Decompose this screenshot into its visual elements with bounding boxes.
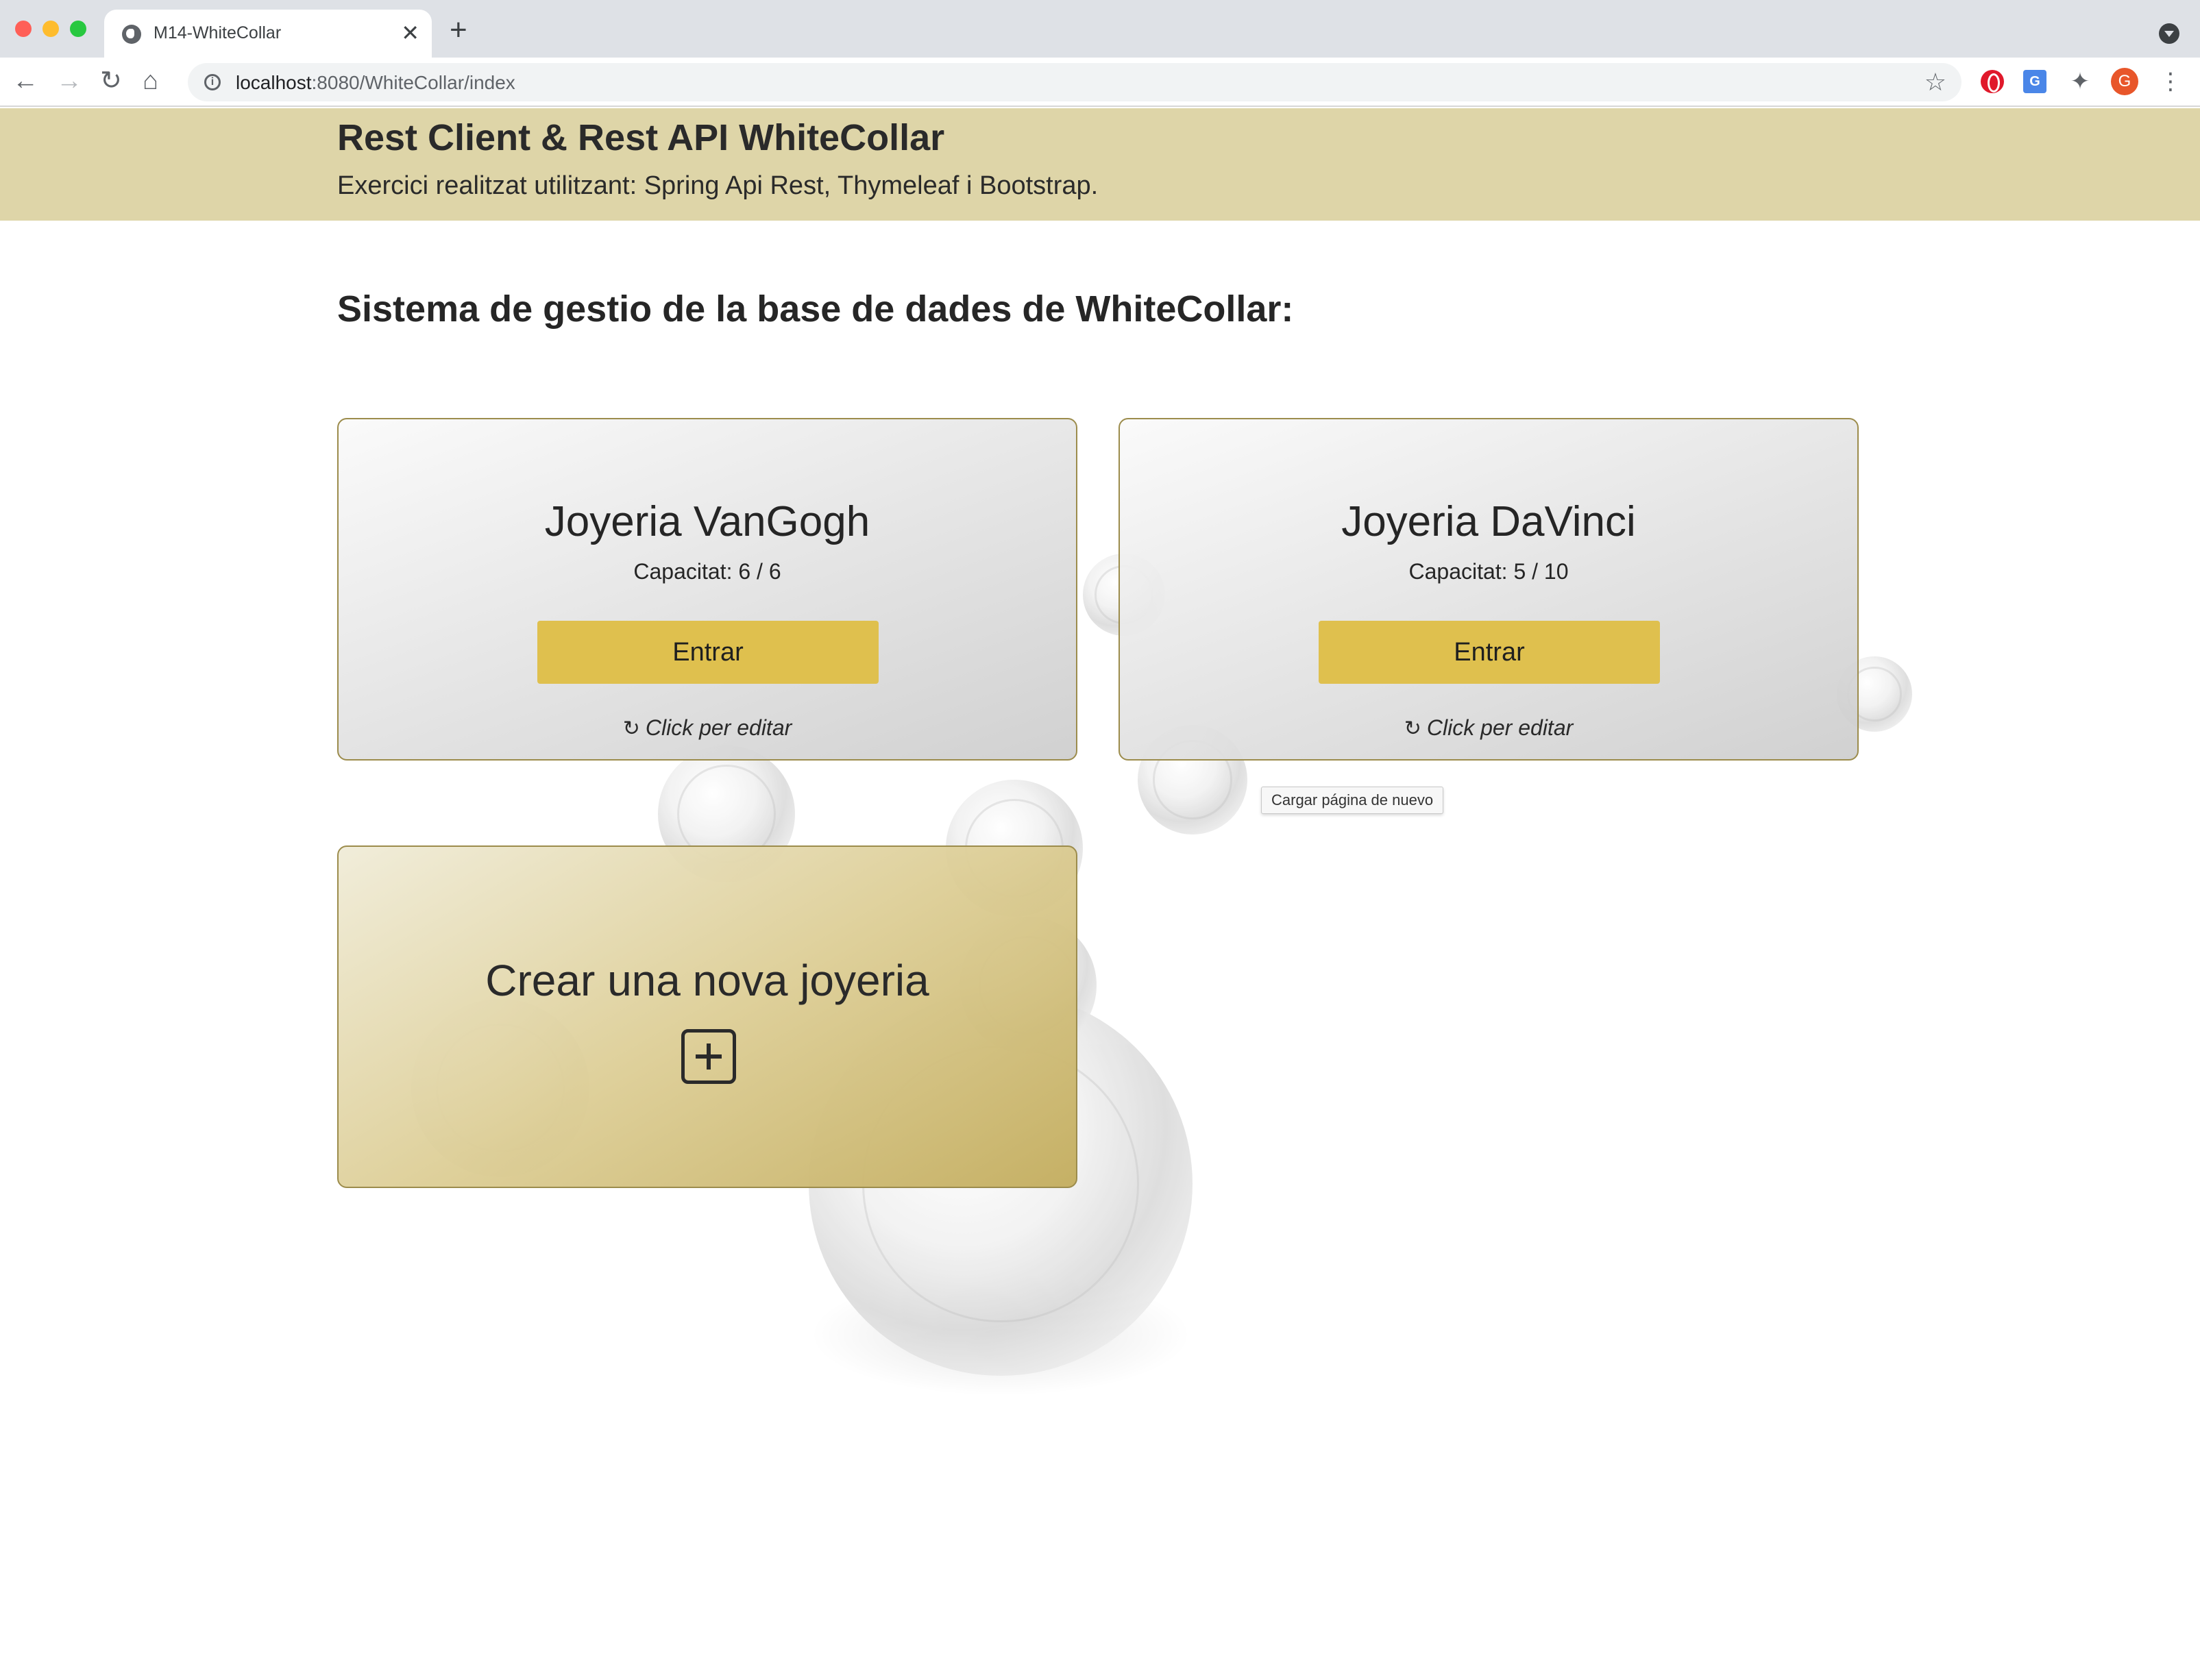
url-text[interactable]: localhost:8080/WhiteCollar/index [236, 72, 515, 94]
edit-store-label: Click per editar [645, 715, 792, 740]
bookmark-star-icon[interactable]: ☆ [1924, 69, 1946, 96]
address-bar[interactable]: i localhost:8080/WhiteCollar/index ☆ [188, 63, 1961, 101]
url-path: :8080/WhiteCollar/index [311, 72, 515, 93]
translate-extension-icon[interactable]: G [2023, 70, 2046, 93]
page-body: Rest Client & Rest API WhiteCollar Exerc… [0, 108, 2200, 1680]
enter-store-button[interactable]: Entrar [537, 621, 879, 684]
store-name: Joyeria DaVinci [1341, 498, 1636, 545]
tab-title: M14-WhiteCollar [154, 23, 282, 42]
browser-menu-icon[interactable]: ⋮ [2159, 70, 2182, 93]
reload-tooltip: Cargar página de nuevo [1261, 787, 1444, 814]
edit-store-label: Click per editar [1426, 715, 1574, 740]
plus-square-icon[interactable] [681, 1029, 736, 1084]
refresh-icon: ↻ [1404, 717, 1421, 740]
globe-icon [122, 25, 141, 44]
profile-avatar[interactable]: G [2111, 68, 2138, 95]
store-card-davinci: Joyeria DaVinci Capacitat: 5 / 10 Entrar… [1119, 418, 1859, 761]
back-arrow-icon[interactable]: ← [12, 67, 38, 95]
opera-extension-icon[interactable] [1981, 70, 2004, 93]
home-icon[interactable]: ⌂ [143, 67, 158, 95]
extensions-puzzle-icon[interactable]: ✦ [2068, 70, 2092, 93]
hero-banner: Rest Client & Rest API WhiteCollar Exerc… [0, 108, 2200, 221]
window-close-button[interactable] [15, 21, 32, 37]
store-capacity: Capacitat: 5 / 10 [1408, 559, 1569, 584]
enter-store-button[interactable]: Entrar [1319, 621, 1660, 684]
store-card-vangogh: Joyeria VanGogh Capacitat: 6 / 6 Entrar … [337, 418, 1077, 761]
hero-title: Rest Client & Rest API WhiteCollar [337, 117, 945, 158]
edit-store-link[interactable]: ↻ Click per editar [1120, 715, 1857, 741]
window-zoom-button[interactable] [70, 21, 86, 37]
hero-subtitle: Exercici realitzat utilitzant: Spring Ap… [337, 171, 1099, 200]
window-minimize-button[interactable] [42, 21, 59, 37]
tab-close-icon[interactable]: ✕ [401, 19, 419, 47]
store-capacity: Capacitat: 6 / 6 [633, 559, 781, 584]
reload-icon[interactable]: ↻ [100, 67, 122, 95]
url-host: localhost [236, 72, 312, 93]
info-icon[interactable]: i [204, 74, 221, 90]
new-tab-button[interactable]: + [450, 15, 467, 45]
refresh-icon: ↻ [622, 717, 640, 740]
create-store-card[interactable]: Crear una nova joyeria [337, 845, 1077, 1188]
browser-toolbar: ← → ↻ ⌂ i localhost:8080/WhiteCollar/ind… [0, 58, 2200, 107]
edit-store-link[interactable]: ↻ Click per editar [339, 715, 1076, 741]
forward-arrow-icon[interactable]: → [56, 67, 82, 95]
page-title: Sistema de gestio de la base de dades de… [337, 288, 1294, 330]
store-name: Joyeria VanGogh [544, 498, 870, 545]
browser-tab-active[interactable]: M14-WhiteCollar ✕ [104, 10, 432, 58]
browser-tabstrip: M14-WhiteCollar ✕ + [0, 0, 2200, 58]
tab-search-icon[interactable] [2159, 23, 2179, 44]
create-store-title: Crear una nova joyeria [485, 956, 929, 1005]
